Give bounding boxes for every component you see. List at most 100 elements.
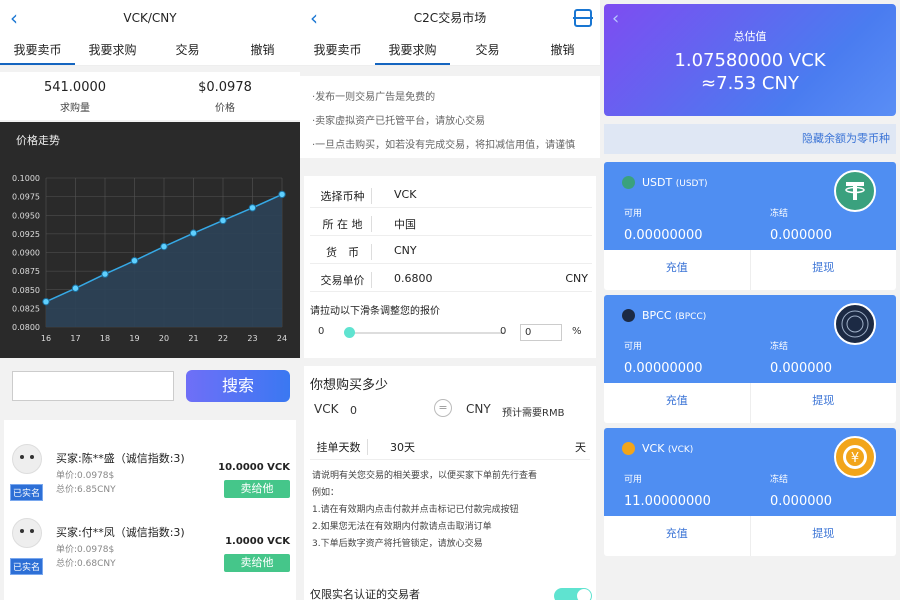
slider-min: 0: [318, 326, 325, 337]
days-row[interactable]: 挂单天数 30天 天: [310, 430, 590, 460]
data-point: [278, 190, 286, 199]
equals-icon: =: [434, 399, 452, 417]
y-tick-label: 0.0875: [12, 267, 40, 276]
x-tick-label: 18: [100, 334, 110, 343]
y-tick-label: 0.1000: [12, 174, 40, 183]
avail-value: 11.00000000: [624, 494, 711, 509]
tab-buy[interactable]: 我要求购: [375, 36, 450, 65]
tab-trade[interactable]: 交易: [450, 36, 525, 65]
list-item: 已实名 买家:付**凤（诚信指数:3) 单价:0.0978$ 总价:0.68CN…: [4, 504, 296, 578]
deposit-button[interactable]: 充值: [604, 516, 750, 556]
card-actions: 充值 提现: [604, 250, 896, 290]
tab-cancel[interactable]: 撤销: [525, 36, 600, 65]
tab-bar: 我要卖币 我要求购 交易 撤销: [300, 36, 600, 66]
deposit-button[interactable]: 充值: [604, 383, 750, 423]
frozen-label: 冻结: [770, 475, 789, 485]
page-title: C2C交易市场: [413, 11, 487, 25]
currency-label: CNY: [466, 402, 491, 416]
bpcc-logo-icon: [834, 303, 876, 345]
form-row-coin[interactable]: 选择币种 VCK: [310, 180, 592, 208]
amount: 1.0000 VCK: [225, 536, 290, 547]
slider-track[interactable]: [348, 332, 504, 334]
x-tick-label: 16: [41, 334, 51, 343]
c2c-panel: ‹ C2C交易市场 我要卖币 我要求购 交易 撤销 ·发布一则交易广告是免费的 …: [300, 0, 600, 600]
slider-handle[interactable]: [344, 327, 355, 338]
amount: 10.0000 VCK: [218, 462, 290, 473]
sell-button[interactable]: 卖给他: [224, 480, 290, 498]
yuan-logo-icon: ¥: [834, 436, 876, 478]
y-tick-label: 0.0825: [12, 304, 40, 313]
verified-only-toggle[interactable]: [554, 588, 592, 600]
trade-list: 已实名 买家:陈**盛（诚信指数:3) 单价:0.0978$ 总价:6.85CN…: [4, 420, 296, 600]
verified-badge: 已实名: [10, 484, 44, 501]
sell-button[interactable]: 卖给他: [224, 554, 290, 572]
data-point: [219, 216, 227, 225]
form-row-unit-price[interactable]: 交易单价 0.6800 CNY: [310, 264, 592, 292]
tab-buy[interactable]: 我要求购: [75, 36, 150, 65]
requirement-textarea[interactable]: 请说明有关您交易的相关要求，以便买家下单前先行查看 例如： 1.请在有效期内点击…: [312, 468, 537, 553]
data-point: [248, 204, 257, 212]
search-button[interactable]: 搜索: [186, 370, 290, 402]
back-icon[interactable]: ‹: [310, 0, 318, 36]
field-value: 中国: [394, 218, 416, 231]
total-price: 总价:6.85CNY: [56, 485, 116, 495]
hide-zero-balance[interactable]: 隐藏余额为零币种: [604, 124, 896, 154]
form-row-currency[interactable]: 货 币 CNY: [310, 236, 592, 264]
avail-label: 可用: [624, 475, 643, 485]
tether-logo-icon: [834, 170, 876, 212]
x-tick-label: 20: [159, 334, 169, 343]
amount-input[interactable]: 0: [350, 404, 357, 417]
order-form: 选择币种 VCK 所 在 地 中国 货 币 CNY 交易单价 0.6800 CN…: [304, 176, 596, 358]
svg-text:¥: ¥: [851, 451, 859, 466]
form-row-location[interactable]: 所 在 地 中国: [310, 208, 592, 236]
list-item: 已实名 买家:陈**盛（诚信指数:3) 单价:0.0978$ 总价:6.85CN…: [4, 430, 296, 504]
valuation-cny: ≈7.53 CNY: [701, 73, 799, 94]
coin-name: VCK (VCK): [642, 442, 693, 455]
data-point: [189, 229, 198, 237]
rmb-input[interactable]: 预计需要RMB: [502, 404, 564, 419]
frozen-value: 0.000000: [770, 228, 833, 243]
scan-icon[interactable]: [573, 9, 593, 27]
withdraw-button[interactable]: 提现: [749, 516, 897, 556]
avail-label: 可用: [624, 209, 643, 219]
data-point: [101, 270, 109, 278]
search-input[interactable]: [12, 371, 174, 401]
days-unit: 天: [575, 441, 586, 454]
price-slider: 0 0 0 %: [314, 324, 584, 342]
withdraw-button[interactable]: 提现: [749, 250, 897, 290]
stat-value: 541.0000: [43, 80, 107, 95]
total-valuation: ‹ 总估值 1.07580000 VCK ≈7.53 CNY: [604, 4, 896, 116]
coin-symbol: USDT: [642, 176, 673, 189]
coin-symbol: BPCC: [642, 309, 672, 322]
y-tick-label: 0.0850: [12, 286, 40, 295]
deposit-button[interactable]: 充值: [604, 250, 750, 290]
back-icon[interactable]: ‹: [10, 0, 18, 36]
tab-bar: 我要卖币 我要求购 交易 撤销: [0, 36, 300, 66]
tab-sell[interactable]: 我要卖币: [300, 36, 375, 65]
withdraw-button[interactable]: 提现: [749, 383, 897, 423]
field-label: 选择币种: [314, 188, 372, 204]
tab-cancel[interactable]: 撤销: [225, 36, 300, 65]
avatar: [12, 444, 42, 474]
field-value: CNY: [394, 244, 417, 257]
desc-line: 请说明有关您交易的相关要求，以便买家下单前先行查看: [312, 471, 538, 481]
tab-trade[interactable]: 交易: [150, 36, 225, 65]
stat-price: $0.0978 价格: [150, 72, 300, 120]
back-icon[interactable]: ‹: [612, 8, 619, 29]
field-label: 所 在 地: [314, 216, 372, 232]
stat-volume: 541.0000 求购量: [0, 72, 150, 120]
frozen-value: 0.000000: [770, 494, 833, 509]
slider-value-input[interactable]: 0: [520, 324, 562, 341]
tab-sell[interactable]: 我要卖币: [0, 36, 75, 65]
trade-panel: ‹ VCK/CNY 我要卖币 我要求购 交易 撤销 541.0000 求购量 $…: [0, 0, 300, 600]
coin-card-vck: VCK (VCK) ¥ 可用 冻结 11.00000000 0.000000 充…: [604, 428, 896, 556]
data-point: [160, 242, 168, 251]
chart-svg: 0.1000 0.0975 0.0950 0.0925 0.0900 0.0875 0.08…: [12, 174, 287, 343]
toggle-label: 仅限实名认证的交易者: [310, 588, 420, 600]
verified-badge: 已实名: [10, 558, 44, 575]
avatar: [12, 518, 42, 548]
vck-icon: [622, 442, 635, 455]
avail-value: 0.00000000: [624, 228, 703, 243]
coin-symbol: VCK: [642, 442, 665, 455]
total-price: 总价:0.68CNY: [56, 559, 116, 569]
